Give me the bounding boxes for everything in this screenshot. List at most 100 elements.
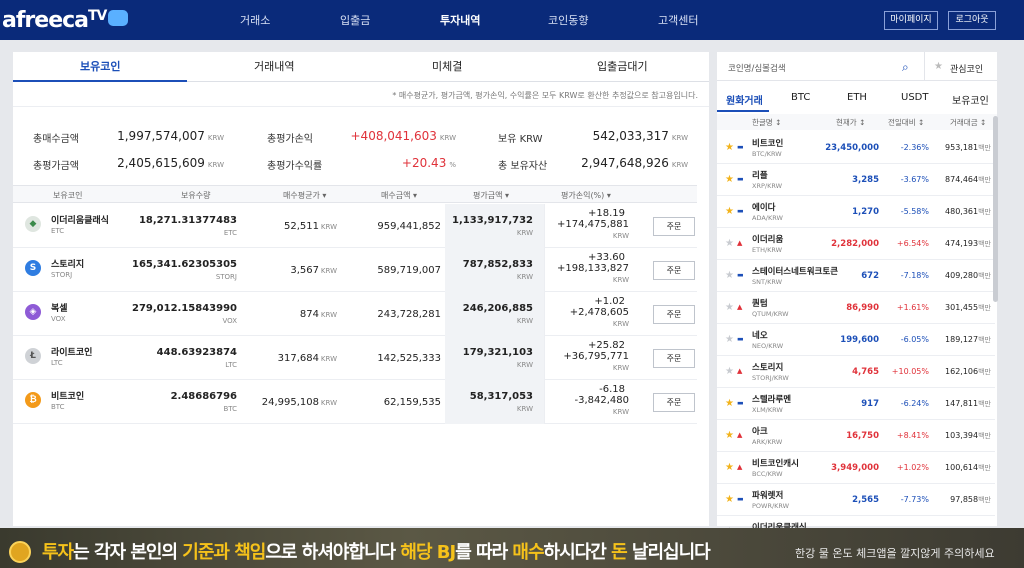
col-eval-amount[interactable]: 평가금액 ▾ (473, 190, 509, 201)
total-pl-rate-value: +20.43% (401, 156, 456, 170)
coin-symbol: STORJ (51, 271, 73, 279)
pl-amount: +174,475,881 (557, 219, 629, 230)
market-coin-name: 네오 (752, 331, 768, 341)
eval-amount: 58,317,053 (469, 391, 533, 402)
tab-unfilled[interactable]: 미체결 (432, 58, 462, 74)
coin-icon (9, 541, 31, 563)
mypage-button[interactable]: 마이페이지 (884, 11, 938, 30)
nav-coin-trends[interactable]: 코인동향 (548, 12, 588, 28)
market-volume: 147,811백만 (945, 399, 991, 408)
nav-exchange[interactable]: 거래소 (240, 12, 270, 28)
nav-customer-center[interactable]: 고객센터 (658, 12, 698, 28)
tab-trade-history[interactable]: 거래내역 (254, 58, 294, 74)
nav-investment-history[interactable]: 투자내역 (440, 12, 480, 28)
favorite-star-icon[interactable]: ★ (725, 334, 734, 345)
market-row[interactable]: ★ ▬ 비트코인 BTC/KRW 23,450,000 -2.36% 953,18… (717, 132, 995, 164)
trend-icon: ▬ (737, 399, 744, 407)
market-row[interactable]: ★ ▲ 이더리움 ETH/KRW 2,282,000 +6.54% 474,193… (717, 228, 995, 260)
favorite-star-icon[interactable]: ★ (725, 206, 734, 217)
col-buy-amount[interactable]: 매수금액 ▾ (381, 190, 417, 201)
total-buy-value: 1,997,574,007 KRW (117, 129, 224, 143)
market-coin-pair: ARK/KRW (752, 438, 783, 446)
avg-price: 3,567 (290, 265, 319, 276)
favorite-star-icon[interactable]: ★ (725, 302, 734, 313)
market-volume: 409,280백만 (945, 271, 991, 280)
market-tab-usdt[interactable]: USDT (901, 92, 928, 103)
market-coin-name: 스토리지 (752, 363, 784, 373)
avg-price-unit: KRW (320, 311, 337, 319)
market-row[interactable]: ★ ▲ 퀀텀 QTUM/KRW 86,990 +1.61% 301,455백만 (717, 292, 995, 324)
tab-pending-transfers[interactable]: 입출금대기 (597, 58, 648, 74)
market-change: -3.67% (900, 175, 929, 184)
eval-amount-unit: KRW (516, 405, 533, 413)
tab-holdings[interactable]: 보유코인 (80, 58, 120, 74)
market-volume: 103,394백만 (945, 431, 991, 440)
coin-search-input[interactable]: 코인명/심볼검색 (728, 62, 786, 74)
order-button[interactable]: 주문 (653, 217, 695, 236)
avg-price: 52,511 (284, 221, 319, 232)
favorite-star-icon[interactable]: ★ (725, 174, 734, 185)
market-tab-holdings[interactable]: 보유코인 (952, 92, 989, 107)
favorite-star-icon[interactable]: ★ (934, 61, 943, 72)
holding-row: ◆ 이더리움클래식 ETC 18,271.31377483 ETC 52,511… (13, 204, 697, 248)
order-button[interactable]: 주문 (653, 305, 695, 324)
logout-button[interactable]: 로그아웃 (948, 11, 996, 30)
favorite-star-icon[interactable]: ★ (725, 494, 734, 505)
market-scrollbar[interactable] (993, 116, 998, 302)
market-row[interactable]: ★ ▬ 스텔라루멘 XLM/KRW 917 -6.24% 147,811백만 (717, 388, 995, 420)
pl-amount-unit: KRW (612, 276, 629, 284)
favorite-star-icon[interactable]: ★ (725, 238, 734, 249)
market-volume: 162,106백만 (945, 367, 991, 376)
favorite-star-icon[interactable]: ★ (725, 462, 734, 473)
hold-qty-unit: BTC (223, 405, 237, 413)
market-row[interactable]: ★ ▬ 네오 NEO/KRW 199,600 -6.05% 189,127백만 (717, 324, 995, 356)
market-col-volume[interactable]: 거래대금 ↕ (950, 117, 986, 128)
market-row[interactable]: ★ ▬ 스테이터스네트워크토큰 SNT/KRW 672 -7.18% 409,28… (717, 260, 995, 292)
market-coin-pair: ETH/KRW (752, 246, 783, 254)
coin-symbol: VOX (51, 315, 66, 323)
market-coin-pair: STORJ/KRW (752, 374, 789, 382)
nav-deposit-withdraw[interactable]: 입출금 (340, 12, 370, 28)
eval-amount-unit: KRW (516, 273, 533, 281)
market-volume: 100,614백만 (945, 463, 991, 472)
col-avg-price[interactable]: 매수평균가 ▾ (283, 190, 326, 201)
order-button[interactable]: 주문 (653, 393, 695, 412)
market-col-price[interactable]: 현재가 ↕ (836, 117, 865, 128)
favorite-star-icon[interactable]: ★ (725, 398, 734, 409)
search-icon[interactable]: ⌕ (902, 60, 909, 75)
coin-logo-icon: ◈ (25, 304, 41, 320)
market-tab-eth[interactable]: ETH (847, 92, 867, 103)
trend-icon: ▬ (737, 175, 744, 183)
market-row[interactable]: ★ ▲ 스토리지 STORJ/KRW 4,765 +10.05% 162,106백… (717, 356, 995, 388)
market-volume: 874,464백만 (945, 175, 991, 184)
tab-divider (187, 81, 709, 82)
buy-amount: 62,159,535 (383, 397, 441, 408)
favorite-star-icon[interactable]: ★ (725, 430, 734, 441)
order-button[interactable]: 주문 (653, 261, 695, 280)
market-col-change[interactable]: 전일대비 ↕ (888, 117, 924, 128)
market-volume: 189,127백만 (945, 335, 991, 344)
favorite-star-icon[interactable]: ★ (725, 270, 734, 281)
favorites-toggle[interactable]: 관심코인 (950, 62, 983, 75)
hold-qty: 165,341.62305305 (131, 259, 237, 270)
market-coin-pair: BTC/KRW (752, 150, 782, 158)
market-row[interactable]: ★ ▲ 비트코인캐시 BCC/KRW 3,949,000 +1.02% 100,6… (717, 452, 995, 484)
market-tab-krw[interactable]: 원화거래 (726, 92, 763, 107)
favorite-star-icon[interactable]: ★ (725, 142, 734, 153)
estimate-note: * 매수평균가, 평가금액, 평가손익, 수익률은 모두 KRW로 환산한 추정… (392, 91, 698, 100)
eval-amount-unit: KRW (516, 317, 533, 325)
col-pl[interactable]: 평가손익(%) ▾ (561, 190, 611, 201)
market-row[interactable]: ★ ▬ 에이다 ADA/KRW 1,270 -5.58% 480,361백만 (717, 196, 995, 228)
market-col-name[interactable]: 한글명 ↕ (752, 117, 781, 128)
favorite-star-icon[interactable]: ★ (725, 366, 734, 377)
market-tab-underline (717, 110, 769, 112)
market-coin-name: 이더리움 (752, 235, 784, 245)
site-logo[interactable]: afreecaTV (2, 8, 129, 33)
avg-price-unit: KRW (320, 355, 337, 363)
market-tab-btc[interactable]: BTC (791, 92, 810, 103)
order-button[interactable]: 주문 (653, 349, 695, 368)
market-row[interactable]: ★ ▬ 파워렛저 POWR/KRW 2,565 -7.73% 97,858백만 (717, 484, 995, 516)
market-row[interactable]: ★ ▬ 리플 XRP/KRW 3,285 -3.67% 874,464백만 (717, 164, 995, 196)
coin-symbol: BTC (51, 403, 65, 411)
market-row[interactable]: ★ ▲ 아크 ARK/KRW 16,750 +8.41% 103,394백만 (717, 420, 995, 452)
